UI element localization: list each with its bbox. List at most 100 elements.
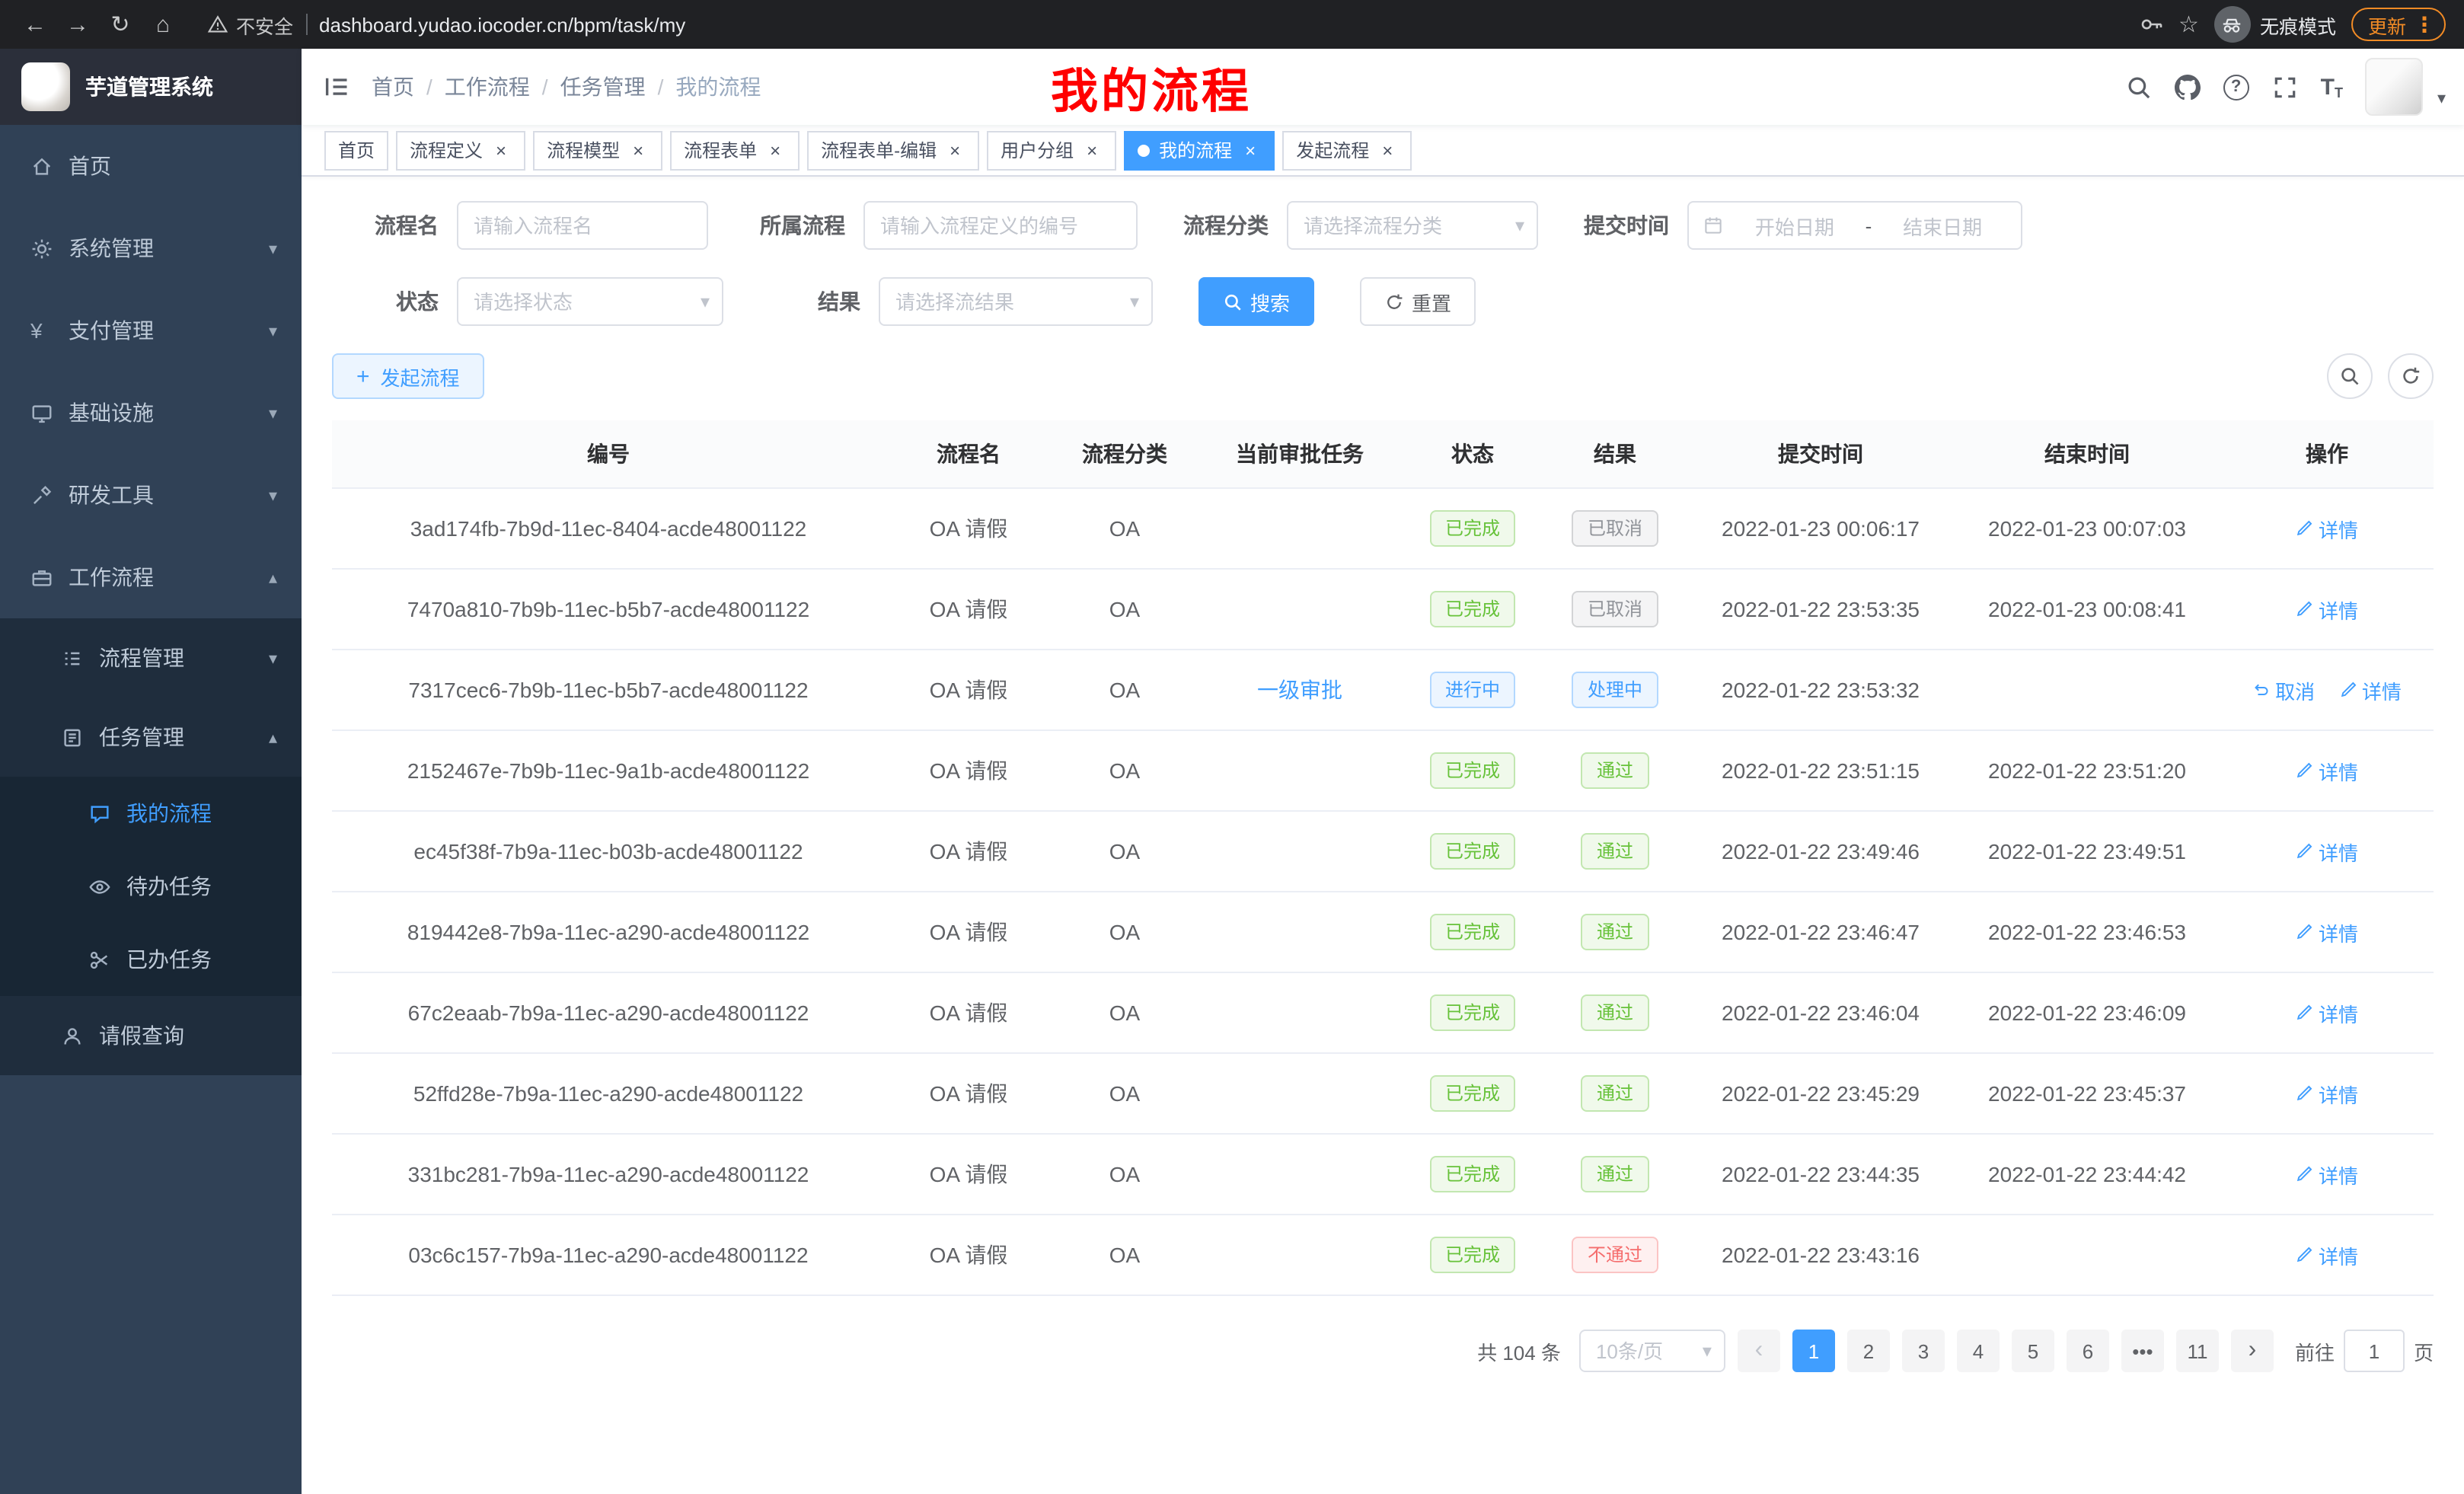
goto-page-input[interactable]	[2344, 1330, 2405, 1372]
tab-process-form-edit[interactable]: 流程表单-编辑	[807, 130, 979, 170]
close-icon[interactable]	[944, 139, 965, 161]
page-button-2[interactable]: 2	[1847, 1330, 1890, 1372]
github-icon[interactable]	[2175, 74, 2201, 100]
tab-user-group[interactable]: 用户分组	[987, 130, 1116, 170]
sidebar-item-workflow[interactable]: 工作流程	[0, 536, 302, 618]
breadcrumb-home[interactable]: 首页	[372, 72, 414, 102]
breadcrumb-task-management[interactable]: 任务管理	[560, 72, 646, 102]
page-size-input[interactable]	[1579, 1330, 1725, 1372]
status-select[interactable]	[457, 277, 723, 326]
tab-my-process[interactable]: 我的流程	[1124, 130, 1275, 170]
sidebar-item-leave-query[interactable]: 请假查询	[0, 996, 302, 1075]
start-date-placeholder[interactable]: 开始日期	[1730, 211, 1859, 240]
tab-home[interactable]: 首页	[324, 130, 388, 170]
page-button-4[interactable]: 4	[1957, 1330, 2000, 1372]
browser-update-button[interactable]: 更新	[2351, 8, 2446, 41]
end-date-placeholder[interactable]: 结束日期	[1878, 211, 2007, 240]
close-icon[interactable]	[490, 139, 512, 161]
close-icon[interactable]	[627, 139, 649, 161]
sidebar-toggle-icon[interactable]	[302, 49, 372, 125]
detail-link[interactable]: 详情	[2296, 514, 2358, 543]
start-process-button[interactable]: + 发起流程	[332, 353, 484, 399]
date-range-picker[interactable]: 开始日期 - 结束日期	[1687, 201, 2022, 250]
tab-process-form[interactable]: 流程表单	[670, 130, 800, 170]
edit-icon	[2296, 1084, 2314, 1103]
key-icon[interactable]	[2139, 12, 2163, 37]
detail-link[interactable]: 详情	[2296, 1240, 2358, 1269]
category-select-input[interactable]	[1287, 201, 1538, 250]
page-button-6[interactable]: 6	[2067, 1330, 2109, 1372]
breadcrumb-workflow[interactable]: 工作流程	[445, 72, 530, 102]
sidebar-item-home[interactable]: 首页	[0, 125, 302, 207]
toggle-search-button[interactable]	[2327, 353, 2373, 399]
tab-start-process[interactable]: 发起流程	[1282, 130, 1412, 170]
sidebar-item-my-process[interactable]: 我的流程	[0, 777, 302, 850]
app-logo[interactable]: 芋道管理系统	[0, 49, 302, 125]
sidebar-item-payment[interactable]: ¥ 支付管理	[0, 289, 302, 372]
close-icon[interactable]	[1081, 139, 1103, 161]
forward-icon[interactable]: →	[58, 5, 97, 44]
category-select[interactable]	[1287, 201, 1538, 250]
refresh-table-button[interactable]	[2388, 353, 2434, 399]
browser-menu-icon[interactable]	[2414, 11, 2435, 37]
fullscreen-icon[interactable]	[2272, 74, 2298, 100]
detail-link[interactable]: 详情	[2296, 837, 2358, 866]
font-size-icon[interactable]	[2321, 74, 2343, 100]
status-select-input[interactable]	[457, 277, 723, 326]
prev-page-button[interactable]	[1738, 1330, 1780, 1372]
tab-process-model[interactable]: 流程模型	[533, 130, 662, 170]
detail-link[interactable]: 详情	[2296, 998, 2358, 1027]
result-select-input[interactable]	[879, 277, 1153, 326]
calendar-icon	[1703, 215, 1724, 236]
tab-process-definition[interactable]: 流程定义	[396, 130, 525, 170]
page-button-3[interactable]: 3	[1902, 1330, 1945, 1372]
sidebar-item-process-management[interactable]: 流程管理	[0, 618, 302, 698]
search-button[interactable]: 搜索	[1198, 277, 1314, 326]
security-indicator[interactable]: 不安全	[207, 10, 293, 39]
sidebar-item-infrastructure[interactable]: 基础设施	[0, 372, 302, 454]
help-icon[interactable]	[2223, 74, 2249, 100]
back-icon[interactable]: ←	[15, 5, 55, 44]
detail-link[interactable]: 详情	[2296, 595, 2358, 624]
user-avatar[interactable]	[2366, 58, 2424, 116]
sidebar-item-todo-tasks[interactable]: 待办任务	[0, 850, 302, 923]
navbar-actions	[2126, 58, 2464, 116]
page-button-11[interactable]: 11	[2176, 1330, 2219, 1372]
process-definition-input[interactable]	[863, 201, 1138, 250]
page-button-5[interactable]: 5	[2012, 1330, 2054, 1372]
edit-icon	[2296, 1004, 2314, 1022]
address-bar[interactable]: 不安全 dashboard.yudao.iocoder.cn/bpm/task/…	[186, 10, 2136, 39]
avatar-caret-icon[interactable]	[2437, 88, 2446, 108]
detail-link[interactable]: 详情	[2296, 1079, 2358, 1108]
close-icon[interactable]	[1240, 139, 1261, 161]
sidebar-item-task-management[interactable]: 任务管理	[0, 698, 302, 777]
page-button-1[interactable]: 1	[1792, 1330, 1835, 1372]
edit-icon	[2296, 600, 2314, 618]
detail-link[interactable]: 详情	[2339, 675, 2402, 704]
sidebar-item-devtools[interactable]: 研发工具	[0, 454, 302, 536]
sidebar-item-system[interactable]: 系统管理	[0, 207, 302, 289]
detail-link[interactable]: 详情	[2296, 756, 2358, 785]
search-icon[interactable]	[2126, 74, 2152, 100]
person-icon	[61, 1024, 84, 1047]
reload-icon[interactable]: ↻	[101, 5, 140, 44]
next-page-button[interactable]	[2231, 1330, 2274, 1372]
process-name-input[interactable]	[457, 201, 708, 250]
detail-link[interactable]: 详情	[2296, 1160, 2358, 1189]
cancel-link[interactable]: 取消	[2252, 675, 2315, 704]
close-icon[interactable]	[1377, 139, 1398, 161]
sidebar-item-done-tasks[interactable]: 已办任务	[0, 923, 302, 996]
clipboard-icon	[61, 726, 84, 749]
close-icon[interactable]	[764, 139, 786, 161]
gear-icon	[30, 237, 53, 260]
reset-button[interactable]: 重置	[1360, 277, 1476, 326]
result-select[interactable]	[879, 277, 1153, 326]
more-pages-button[interactable]: •••	[2121, 1330, 2164, 1372]
current-task-link[interactable]: 一级审批	[1257, 678, 1342, 702]
status-tag: 已完成	[1430, 510, 1515, 547]
url-text[interactable]: dashboard.yudao.iocoder.cn/bpm/task/my	[319, 13, 685, 36]
bookmark-star-icon[interactable]	[2178, 10, 2199, 39]
home-icon[interactable]: ⌂	[143, 5, 183, 44]
detail-link[interactable]: 详情	[2296, 918, 2358, 947]
page-size-select[interactable]	[1579, 1330, 1725, 1372]
